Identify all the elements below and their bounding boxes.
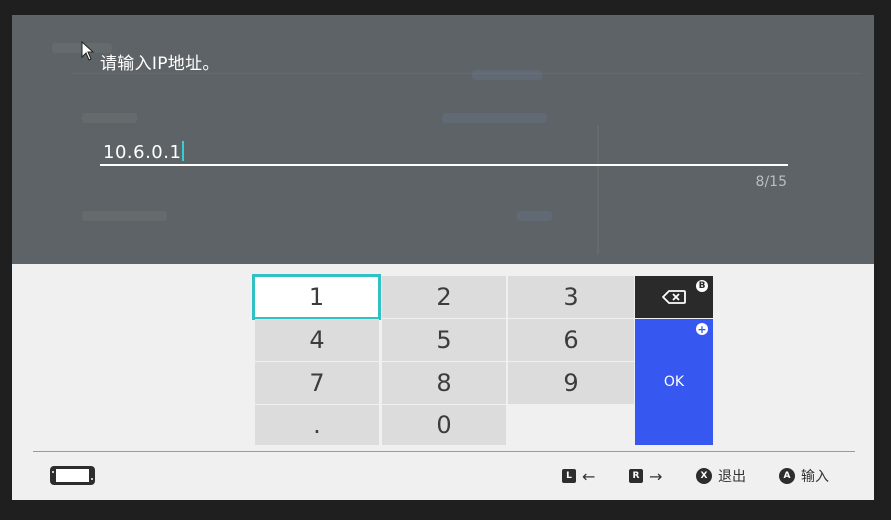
mouse-pointer-icon — [81, 41, 95, 61]
dialog-prompt: 请输入IP地址。 — [100, 54, 220, 74]
ghost-text — [82, 211, 167, 221]
key-1[interactable]: 1 — [252, 274, 381, 320]
backspace-button[interactable]: B — [635, 276, 713, 318]
input-underline — [100, 164, 788, 166]
text-caret — [182, 141, 185, 161]
key-label: 1 — [308, 283, 325, 311]
hint-l-left[interactable]: L ← — [562, 466, 596, 486]
ghost-text — [517, 211, 552, 221]
footer-divider — [33, 451, 855, 452]
left-arrow-label: ← — [582, 466, 596, 486]
key-2[interactable]: 2 — [382, 276, 506, 318]
hint-a-input[interactable]: A 输入 — [779, 467, 829, 485]
exit-label: 退出 — [718, 469, 746, 485]
key-label: 9 — [563, 369, 579, 397]
plus-button-icon: + — [696, 322, 708, 336]
key-6[interactable]: 6 — [508, 319, 634, 361]
a-button-icon: A — [779, 468, 795, 484]
key-label: 8 — [436, 369, 452, 397]
key-label: 6 — [563, 326, 579, 354]
ghost-text — [442, 113, 547, 123]
key-9[interactable]: 9 — [508, 362, 634, 404]
key-label: 0 — [436, 411, 452, 439]
key-0[interactable]: 0 — [382, 405, 506, 445]
system-keyboard-screen: 请输入IP地址。 10.6.0.1 8/15 1 2 3 4 5 6 7 8 9… — [12, 15, 874, 500]
key-4[interactable]: 4 — [255, 319, 379, 361]
ghost-text — [472, 70, 542, 80]
dimmed-background: 请输入IP地址。 10.6.0.1 8/15 — [12, 15, 874, 264]
ghost-text — [82, 113, 137, 123]
ip-input-value: 10.6.0.1 — [103, 142, 182, 163]
switch-console-icon — [50, 466, 95, 485]
ok-label: OK — [663, 374, 685, 390]
key-label: 3 — [563, 283, 579, 311]
key-7[interactable]: 7 — [255, 362, 379, 404]
key-label: 5 — [436, 326, 452, 354]
character-count: 8/15 — [755, 174, 787, 190]
key-label: 4 — [309, 326, 325, 354]
key-5[interactable]: 5 — [382, 319, 506, 361]
key-label: . — [313, 411, 321, 439]
input-label: 输入 — [801, 469, 829, 485]
ghost-divider — [597, 125, 599, 255]
x-button-icon: X — [696, 468, 712, 484]
ip-input-field[interactable]: 10.6.0.1 — [103, 141, 185, 163]
b-button-icon: B — [696, 280, 708, 292]
r-button-icon: R — [629, 469, 643, 483]
backspace-icon — [662, 290, 686, 304]
key-dot[interactable]: . — [255, 405, 379, 445]
hint-r-right[interactable]: R → — [629, 466, 663, 486]
right-arrow-label: → — [649, 466, 663, 486]
key-label: 7 — [309, 369, 325, 397]
ok-button[interactable]: OK + — [635, 319, 713, 445]
hint-x-exit[interactable]: X 退出 — [696, 467, 746, 485]
key-3[interactable]: 3 — [508, 276, 634, 318]
l-button-icon: L — [562, 469, 576, 483]
key-8[interactable]: 8 — [382, 362, 506, 404]
key-label: 2 — [436, 283, 452, 311]
